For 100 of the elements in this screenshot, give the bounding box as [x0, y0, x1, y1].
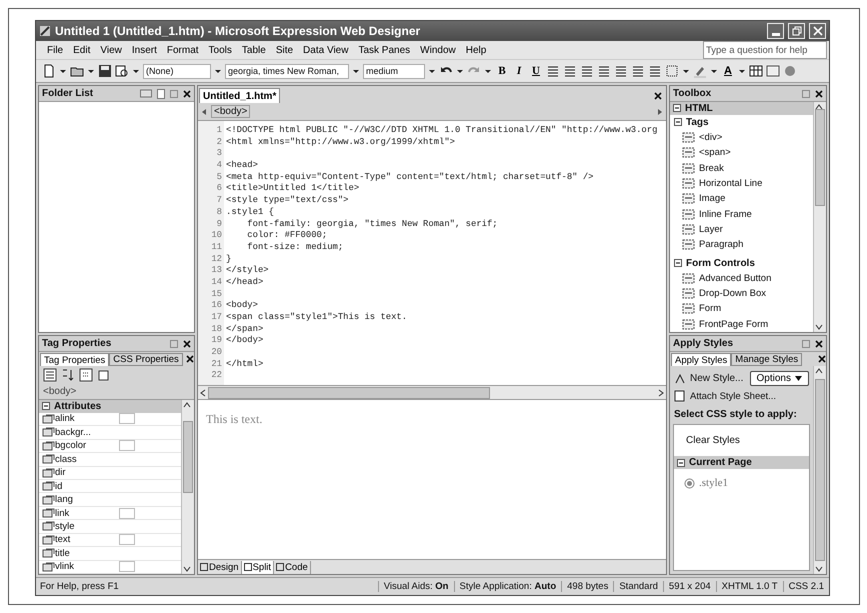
panel-tab[interactable]: Apply Styles	[671, 353, 732, 366]
dropdown-arrow-icon[interactable]	[710, 67, 718, 75]
attribute-row[interactable]: lang	[39, 493, 181, 507]
menu-item[interactable]: Data View	[298, 44, 354, 56]
toolbox-item[interactable]: <div>	[699, 132, 722, 143]
panel-tab[interactable]: CSS Properties	[109, 353, 183, 366]
restore-button[interactable]	[788, 23, 805, 39]
dropdown-arrow-icon[interactable]	[428, 67, 436, 75]
attribute-row[interactable]: text	[39, 534, 181, 548]
menu-item[interactable]: Window	[415, 44, 461, 56]
decrease-indent-icon[interactable]	[631, 64, 645, 78]
sort-icon[interactable]	[61, 368, 75, 382]
format-button[interactable]: I	[512, 62, 526, 80]
attribute-row[interactable]: title	[39, 547, 181, 561]
attribute-row[interactable]: bgcolor	[39, 440, 181, 454]
scroll-right-icon[interactable]	[656, 388, 666, 398]
minimize-button[interactable]	[767, 23, 784, 39]
toolbox-item[interactable]: Inline Frame	[699, 208, 752, 220]
close-icon[interactable]	[815, 340, 823, 348]
scroll-up-icon[interactable]	[182, 400, 192, 410]
align-right-icon[interactable]	[580, 64, 594, 78]
document-tab[interactable]: Untitled_1.htm*	[199, 88, 280, 103]
scroll-down-icon[interactable]	[814, 564, 824, 574]
dropdown-arrow-icon[interactable]	[132, 67, 140, 75]
style-item[interactable]: .style1	[699, 477, 728, 489]
toolbox-item[interactable]: <span>	[699, 147, 731, 158]
scrollbar[interactable]	[813, 366, 826, 574]
attribute-row[interactable]: link	[39, 506, 181, 520]
increase-indent-icon[interactable]	[648, 64, 662, 78]
design-view[interactable]: This is text.	[198, 400, 666, 559]
scrollbar[interactable]	[813, 102, 826, 332]
code-view[interactable]	[198, 121, 666, 386]
collapse-icon[interactable]	[673, 104, 681, 112]
options-button[interactable]: Options	[750, 371, 809, 386]
breadcrumb[interactable]: <body>	[211, 105, 250, 118]
close-icon[interactable]	[183, 90, 191, 98]
attribute-row[interactable]: id	[39, 480, 181, 494]
attribute-row[interactable]: backgr...	[39, 426, 181, 440]
format-button[interactable]: B	[495, 62, 509, 80]
view-tab[interactable]: Split	[242, 560, 274, 574]
menu-item[interactable]: Task Panes	[353, 44, 416, 56]
new-style-link[interactable]: New Style...	[690, 373, 744, 384]
numbered-list-icon[interactable]	[597, 64, 611, 78]
attribute-row[interactable]: dir	[39, 466, 181, 480]
font-size-dropdown[interactable]: medium	[363, 64, 425, 78]
dropdown-arrow-icon[interactable]	[352, 67, 360, 75]
menu-item[interactable]: Format	[162, 44, 204, 56]
dropdown-arrow-icon[interactable]	[214, 67, 222, 75]
menu-item[interactable]: Tools	[204, 44, 237, 56]
menu-item[interactable]: Help	[460, 44, 492, 56]
attribute-row[interactable]: alink	[39, 412, 181, 426]
help-search-field[interactable]: Type a question for help	[703, 41, 827, 59]
scroll-down-icon[interactable]	[182, 564, 192, 574]
style-dropdown[interactable]: (None)	[143, 64, 211, 78]
close-icon[interactable]	[818, 355, 826, 363]
toolbox-item[interactable]: Layer	[699, 224, 723, 236]
scroll-up-icon[interactable]	[814, 366, 824, 376]
save-icon[interactable]	[98, 64, 112, 78]
collapse-icon[interactable]	[42, 402, 50, 410]
dropdown-arrow-icon[interactable]	[87, 67, 95, 75]
clear-styles-item[interactable]: Clear Styles	[686, 435, 740, 446]
collapse-icon[interactable]	[677, 458, 685, 466]
align-left-icon[interactable]	[546, 64, 560, 78]
attribute-row[interactable]: vlink	[39, 560, 181, 574]
toolbox-item[interactable]: Break	[699, 162, 724, 174]
highlight-icon[interactable]	[693, 64, 707, 78]
collapse-icon[interactable]	[674, 259, 682, 268]
menu-item[interactable]: Site	[270, 44, 298, 56]
close-icon[interactable]	[815, 90, 823, 98]
toolbox-item[interactable]: Paragraph	[699, 239, 744, 250]
list-view-icon[interactable]	[79, 368, 93, 382]
dropdown-arrow-icon[interactable]	[484, 67, 492, 75]
scrollbar[interactable]	[181, 400, 194, 574]
font-color-button[interactable]: A	[721, 62, 735, 80]
close-icon[interactable]	[654, 92, 662, 100]
border-icon[interactable]	[665, 64, 679, 78]
preview-icon[interactable]	[115, 64, 129, 78]
attribute-row[interactable]: class	[39, 453, 181, 466]
attribute-row[interactable]: style	[39, 520, 181, 534]
scroll-left-icon[interactable]	[198, 388, 208, 398]
view-tab[interactable]: Code	[274, 560, 311, 574]
font-dropdown[interactable]: georgia, times New Roman,	[225, 64, 349, 78]
scroll-left-icon[interactable]	[201, 106, 207, 116]
dropdown-arrow-icon[interactable]	[738, 67, 746, 75]
menu-item[interactable]: View	[95, 44, 127, 56]
dropdown-arrow-icon[interactable]	[59, 67, 67, 75]
toolbox-item[interactable]: Drop-Down Box	[699, 288, 766, 300]
toolbox-item[interactable]: Horizontal Line	[699, 178, 762, 190]
scroll-up-icon[interactable]	[814, 102, 824, 112]
attach-style-sheet-link[interactable]: Attach Style Sheet...	[690, 390, 776, 402]
toolbox-item[interactable]: Advanced Button	[699, 272, 772, 284]
scroll-down-icon[interactable]	[814, 322, 824, 332]
collapse-icon[interactable]	[674, 118, 682, 126]
close-icon[interactable]	[183, 340, 191, 348]
panel-tab[interactable]: Tag Properties	[40, 353, 110, 366]
menu-item[interactable]: File	[42, 44, 68, 56]
scroll-right-icon[interactable]	[657, 106, 663, 116]
menu-item[interactable]: Edit	[68, 44, 96, 56]
toolbox-item[interactable]: Form	[699, 303, 722, 314]
align-center-icon[interactable]	[563, 64, 577, 78]
